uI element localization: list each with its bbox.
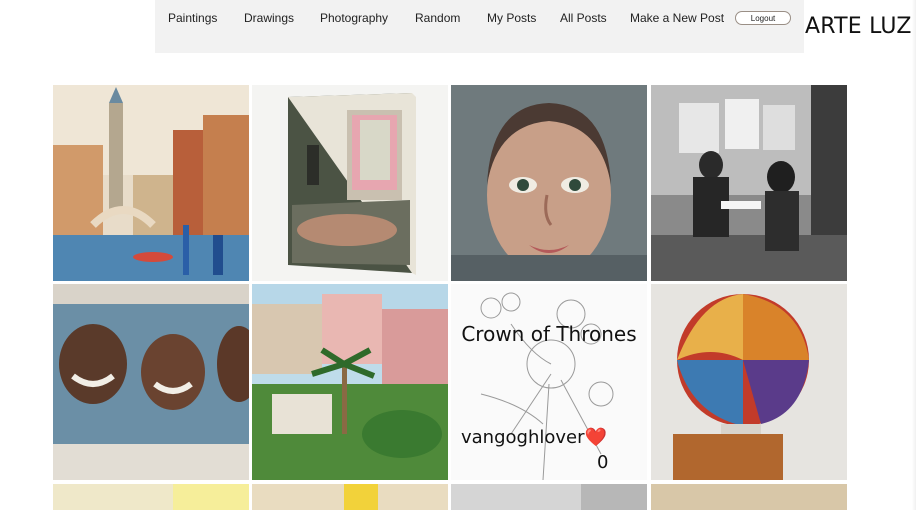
logout-button[interactable]: Logout <box>735 11 791 25</box>
partial-artwork-image <box>651 484 847 510</box>
gallery-tile-portrait[interactable] <box>451 85 647 281</box>
gallery-tile-sphere[interactable] <box>651 284 847 480</box>
venice-canal-watercolor-image <box>53 85 249 281</box>
like-count: 0 <box>597 452 609 473</box>
gallery-tile-row3-1[interactable] <box>53 484 249 510</box>
gallery-tile-crown-of-thrones[interactable]: Crown of Thrones vangoghlover❤️ 0 <box>451 284 647 480</box>
gallery-tile-three-men[interactable] <box>53 284 249 480</box>
post-author[interactable]: vangoghlover❤️ <box>461 427 607 448</box>
gallery-tile-subway[interactable] <box>651 85 847 281</box>
bedroom-interior-painting-image <box>252 85 448 281</box>
partial-painting-image <box>53 484 249 510</box>
nav-new-post-link[interactable]: Make a New Post <box>630 11 724 25</box>
gallery-tile-venice[interactable] <box>53 85 249 281</box>
woman-portrait-mosaic-image <box>451 85 647 281</box>
nav-photography-link[interactable]: Photography <box>320 11 388 25</box>
brand-logo[interactable]: ARTE LUZ <box>805 14 912 39</box>
post-title: Crown of Thrones <box>461 322 637 346</box>
pink-city-palms-painting-image <box>252 284 448 480</box>
painted-sphere-sculpture-image <box>651 284 847 480</box>
gallery-tile-row3-3[interactable] <box>451 484 647 510</box>
nav-paintings-link[interactable]: Paintings <box>168 11 217 25</box>
gallery-tile-row3-4[interactable] <box>651 484 847 510</box>
heart-icon[interactable]: ❤️ <box>585 427 607 448</box>
nav-all-posts-link[interactable]: All Posts <box>560 11 607 25</box>
gallery-tile-bedroom[interactable] <box>252 85 448 281</box>
three-men-smiling-painting-image <box>53 284 249 480</box>
gallery-tile-pink-city[interactable] <box>252 284 448 480</box>
partial-drawing-image <box>252 484 448 510</box>
flower-line-drawing-image <box>451 284 647 480</box>
nav-drawings-link[interactable]: Drawings <box>244 11 294 25</box>
window-edge <box>912 0 916 510</box>
nav-my-posts-link[interactable]: My Posts <box>487 11 536 25</box>
gallery-tile-row3-2[interactable] <box>252 484 448 510</box>
partial-photo-image <box>451 484 647 510</box>
nav-random-link[interactable]: Random <box>415 11 460 25</box>
top-navbar: Paintings Drawings Photography Random My… <box>155 0 804 53</box>
subway-artist-sketching-photo-image <box>651 85 847 281</box>
